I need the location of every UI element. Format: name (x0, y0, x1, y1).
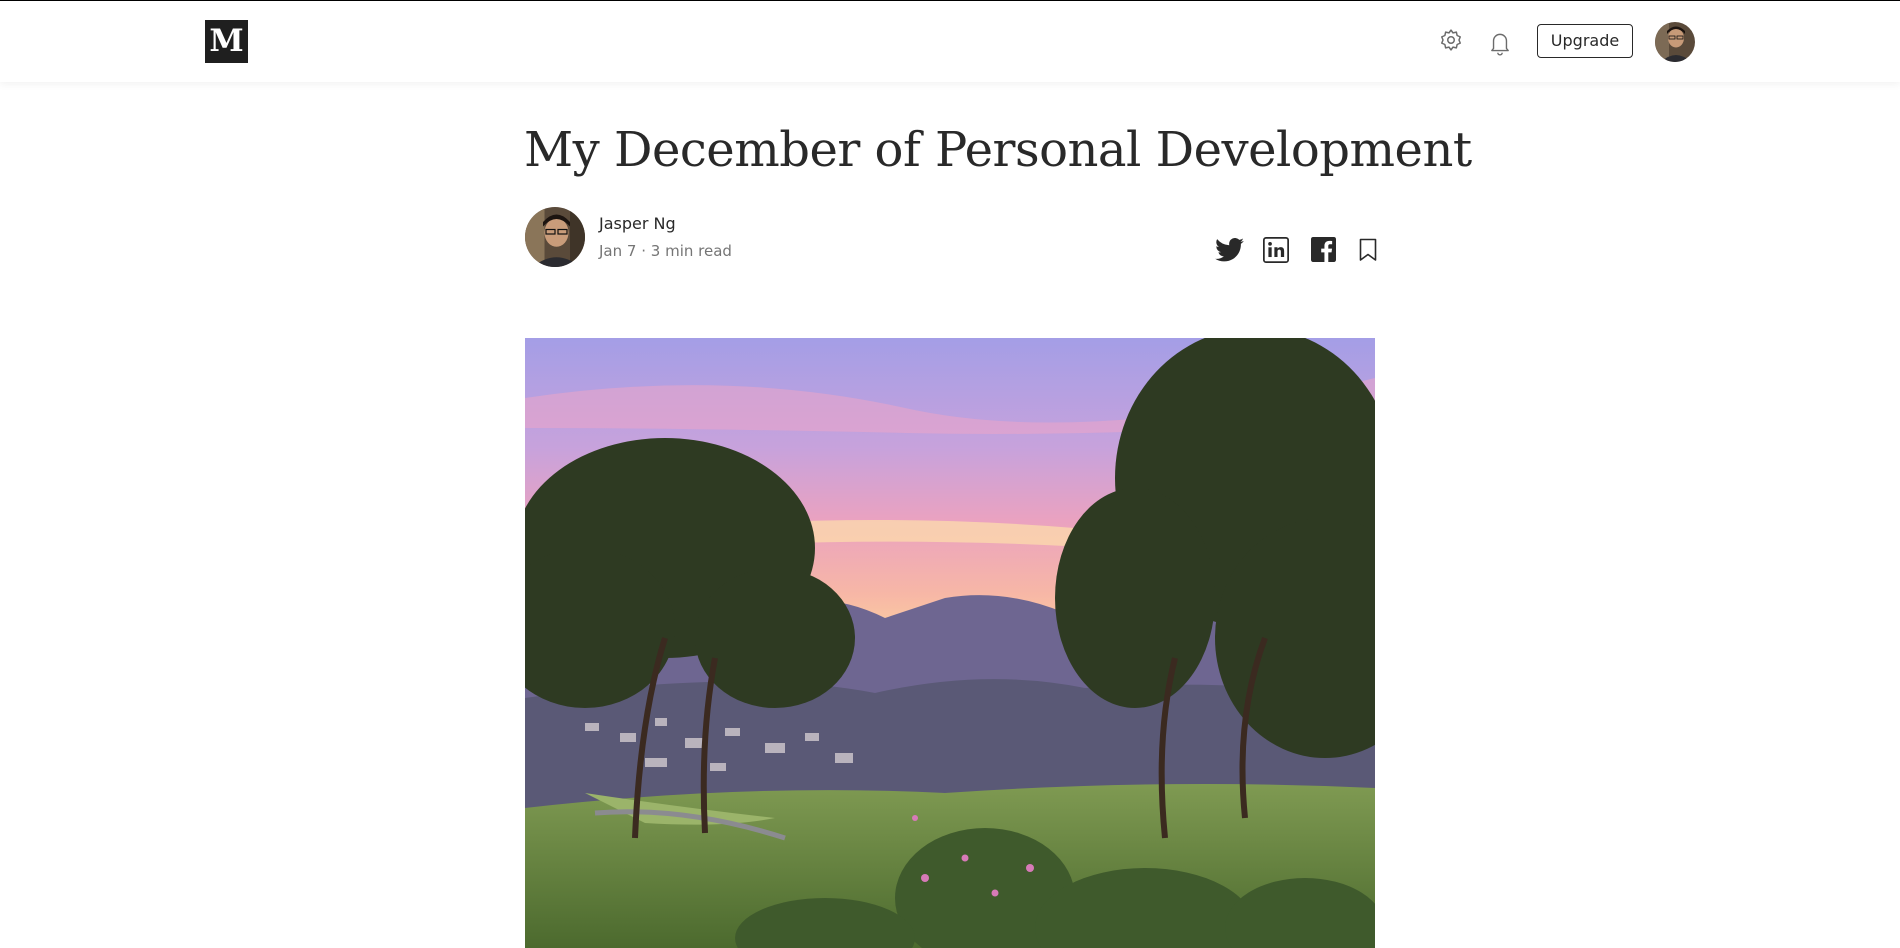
sunset-valley-photo (525, 338, 1375, 948)
author-name[interactable]: Jasper Ng (599, 214, 676, 233)
twitter-icon[interactable] (1215, 237, 1244, 263)
publish-date: Jan 7 (599, 242, 637, 260)
medium-logo[interactable]: M (205, 20, 248, 63)
meta-separator: · (641, 242, 646, 260)
linkedin-icon[interactable] (1263, 237, 1289, 263)
bookmark-icon[interactable] (1358, 237, 1378, 262)
settings-gear-icon[interactable] (1436, 27, 1466, 57)
user-avatar[interactable] (1655, 22, 1695, 62)
upgrade-button[interactable]: Upgrade (1537, 24, 1633, 58)
notifications-bell-icon[interactable] (1486, 28, 1514, 58)
hero-image (525, 338, 1375, 948)
read-time: 3 min read (650, 242, 732, 260)
author-avatar[interactable] (525, 207, 585, 267)
facebook-icon[interactable] (1311, 237, 1336, 262)
article-title: My December of Personal Development (524, 122, 1472, 178)
top-navbar: M Upgrade (0, 1, 1900, 82)
article-meta: Jan 7 · 3 min read (599, 242, 732, 260)
